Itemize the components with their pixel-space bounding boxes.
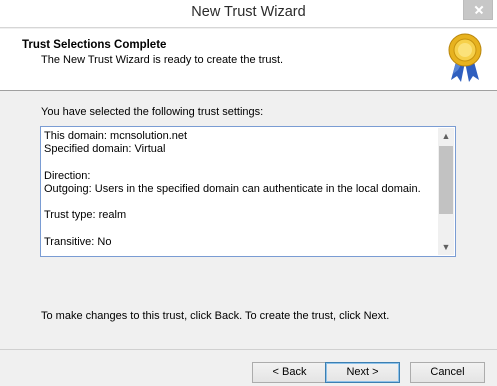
cancel-button[interactable]: Cancel	[410, 362, 485, 383]
trust-settings-text: This domain: mcnsolution.net Specified d…	[44, 130, 435, 249]
settings-line	[44, 196, 435, 209]
settings-line	[44, 222, 435, 235]
wizard-header: Trust Selections Complete The New Trust …	[0, 29, 497, 91]
page-subtitle: The New Trust Wizard is ready to create …	[41, 54, 284, 66]
back-button[interactable]: < Back	[252, 362, 327, 383]
scroll-thumb[interactable]	[439, 146, 453, 214]
settings-line: Transitive: No	[44, 235, 112, 248]
settings-line: This domain: mcnsolution.net	[44, 130, 188, 142]
medal-icon	[448, 33, 482, 82]
instructions-text: To make changes to this trust, click Bac…	[41, 310, 390, 322]
next-button[interactable]: Next >	[325, 362, 400, 383]
trust-settings-textbox[interactable]: This domain: mcnsolution.net Specified d…	[40, 126, 456, 257]
scroll-down-icon[interactable]: ▼	[438, 239, 454, 255]
settings-intro: You have selected the following trust se…	[41, 106, 264, 118]
page-title: Trust Selections Complete	[22, 39, 167, 51]
divider	[0, 349, 497, 350]
settings-line: Outgoing: Users in the specified domain …	[44, 182, 421, 195]
scroll-up-icon[interactable]: ▲	[438, 128, 454, 144]
title-bar: New Trust Wizard	[0, 0, 497, 28]
close-icon[interactable]	[463, 0, 493, 20]
vertical-scrollbar[interactable]: ▲ ▼	[438, 128, 454, 255]
settings-line: Trust type: realm	[44, 209, 127, 222]
settings-line: Specified domain: Virtual	[44, 143, 166, 156]
settings-line	[44, 156, 435, 169]
window-title: New Trust Wizard	[191, 4, 306, 20]
settings-line: Direction:	[44, 169, 91, 182]
